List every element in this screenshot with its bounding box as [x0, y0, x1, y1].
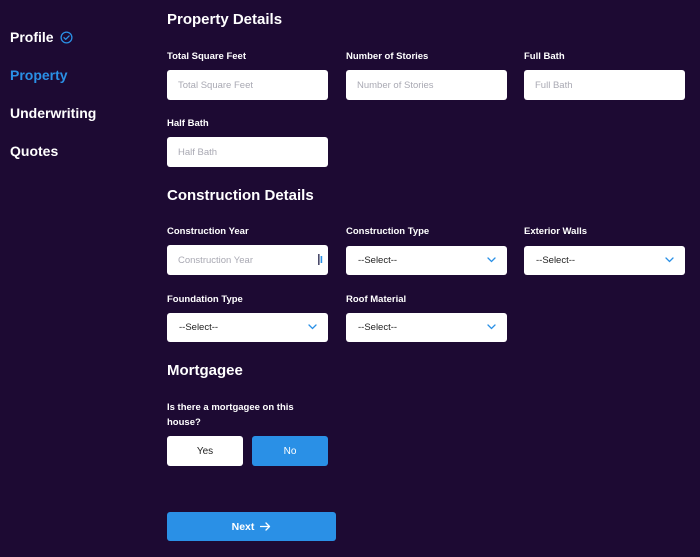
stories-label: Number of Stories: [346, 51, 429, 62]
construction-year-input[interactable]: [167, 245, 328, 275]
sidebar-item-label: Quotes: [10, 143, 59, 159]
sidebar-item-label: Profile: [10, 29, 54, 45]
chevron-down-icon: [308, 322, 317, 333]
select-value: --Select--: [536, 255, 576, 266]
page: Profile Property Underwriting Quotes Pro…: [0, 0, 700, 557]
roof-material-label: Roof Material: [346, 294, 407, 305]
calendar-icon[interactable]: [318, 254, 324, 265]
sidebar-item-property[interactable]: Property: [10, 66, 150, 84]
full-bath-label: Full Bath: [524, 51, 565, 62]
check-circle-icon: [60, 30, 73, 44]
exterior-walls-label: Exterior Walls: [524, 226, 588, 237]
total-sqft-input[interactable]: [167, 70, 328, 100]
foundation-type-select[interactable]: --Select--: [167, 313, 328, 342]
next-button-label: Next: [231, 520, 255, 533]
construction-year-label: Construction Year: [167, 226, 249, 237]
mortgagee-no-button[interactable]: No: [252, 436, 328, 466]
select-value: --Select--: [358, 322, 398, 333]
select-value: --Select--: [358, 255, 398, 266]
total-sqft-label: Total Square Feet: [167, 51, 247, 62]
construction-type-label: Construction Type: [346, 226, 430, 237]
exterior-walls-select[interactable]: --Select--: [524, 246, 685, 275]
half-bath-label: Half Bath: [167, 118, 209, 129]
stories-input[interactable]: [346, 70, 507, 100]
arrow-right-icon: [260, 522, 271, 531]
construction-type-select[interactable]: --Select--: [346, 246, 507, 275]
chevron-down-icon: [487, 322, 496, 333]
half-bath-input[interactable]: [167, 137, 328, 167]
roof-material-select[interactable]: --Select--: [346, 313, 507, 342]
construction-details-title: Construction Details: [167, 187, 314, 204]
sidebar-item-profile[interactable]: Profile: [10, 28, 150, 46]
sidebar-item-label: Property: [10, 67, 68, 83]
mortgagee-title: Mortgagee: [167, 362, 243, 379]
select-value: --Select--: [179, 322, 219, 333]
foundation-type-label: Foundation Type: [167, 294, 243, 305]
construction-year-field: [167, 245, 328, 275]
next-button[interactable]: Next: [167, 512, 336, 541]
chevron-down-icon: [487, 255, 496, 266]
sidebar-item-quotes[interactable]: Quotes: [10, 142, 150, 160]
sidebar-item-underwriting[interactable]: Underwriting: [10, 104, 150, 122]
sidebar-item-label: Underwriting: [10, 105, 97, 121]
sidebar: Profile Property Underwriting Quotes: [10, 28, 150, 180]
chevron-down-icon: [665, 255, 674, 266]
full-bath-input[interactable]: [524, 70, 685, 100]
property-details-title: Property Details: [167, 11, 283, 28]
mortgagee-question: Is there a mortgagee on this house?: [167, 402, 294, 428]
mortgagee-yes-button[interactable]: Yes: [167, 436, 243, 466]
